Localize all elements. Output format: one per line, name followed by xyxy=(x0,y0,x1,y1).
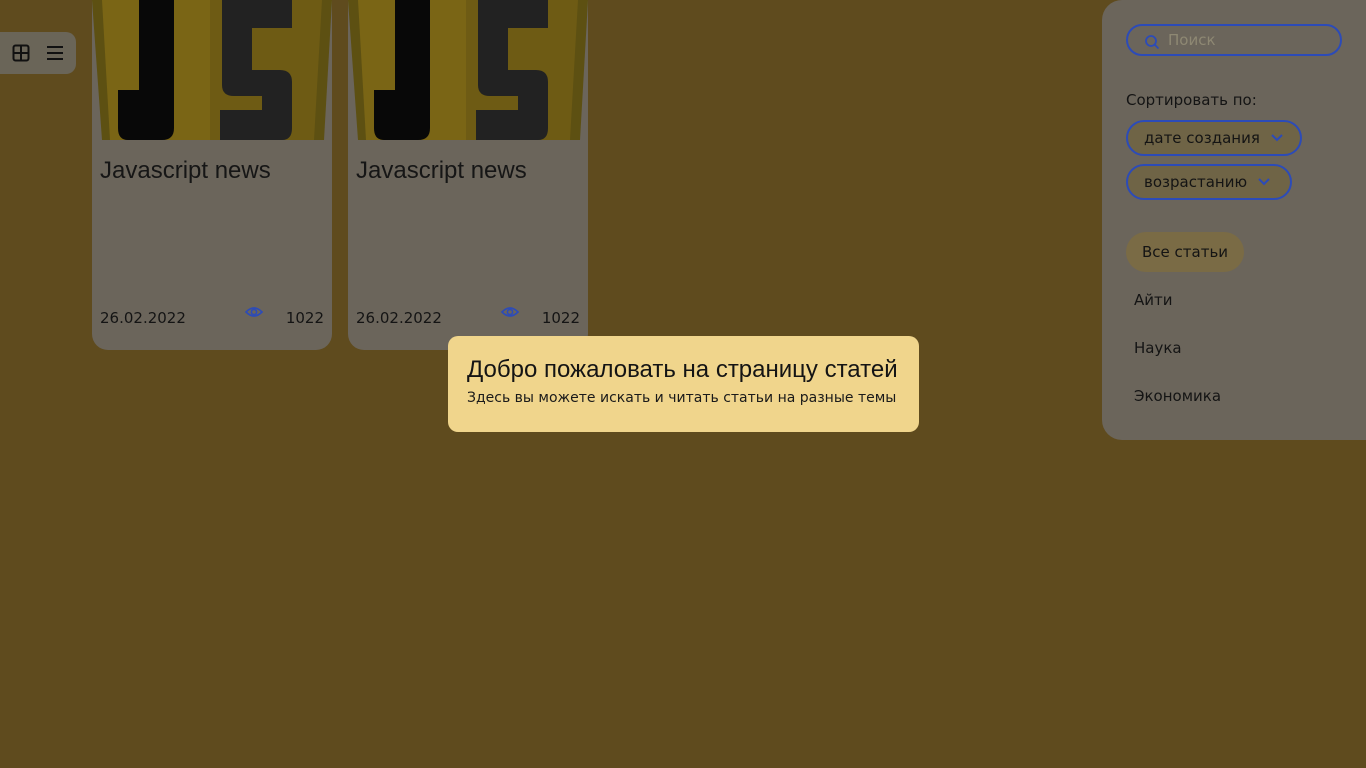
list-view-button[interactable] xyxy=(42,40,68,66)
article-date: 26.02.2022 xyxy=(356,309,442,327)
article-title[interactable]: Javascript news xyxy=(356,157,527,185)
tab-science[interactable]: Наука xyxy=(1126,328,1198,368)
search-input[interactable] xyxy=(1168,31,1328,49)
sort-order-select[interactable]: возрастанию xyxy=(1126,164,1292,200)
article-card[interactable]: Javascript news 26.02.2022 1022 xyxy=(92,0,332,350)
list-view-icon xyxy=(47,46,63,60)
eye-icon xyxy=(500,307,520,317)
view-switcher xyxy=(0,32,76,74)
sort-label: Сортировать по: xyxy=(1126,91,1257,109)
chevron-down-icon xyxy=(1271,134,1283,142)
tab-all-articles[interactable]: Все статьи xyxy=(1126,232,1245,272)
sort-field-value: дате создания xyxy=(1144,129,1260,147)
tab-economics[interactable]: Экономика xyxy=(1126,376,1237,416)
article-views-count: 1022 xyxy=(541,309,580,327)
articles-page: Javascript news 26.02.2022 1022 Javascri… xyxy=(0,0,1366,768)
tab-it[interactable]: Айти xyxy=(1126,280,1189,320)
grid-view-icon xyxy=(12,44,30,62)
welcome-text: Здесь вы можете искать и читать статьи н… xyxy=(467,390,897,406)
sort-order-value: возрастанию xyxy=(1144,173,1248,191)
sort-field-select[interactable]: дате создания xyxy=(1126,120,1302,156)
welcome-title: Добро пожаловать на страницу статей xyxy=(467,356,898,383)
search-icon xyxy=(1144,34,1160,50)
article-card[interactable]: Javascript news 26.02.2022 1022 xyxy=(348,0,588,350)
article-date: 26.02.2022 xyxy=(100,309,186,327)
eye-icon xyxy=(244,307,264,317)
filters-sidebar: Сортировать по: дате создания возрастани… xyxy=(1102,0,1366,440)
javascript-logo-image xyxy=(348,0,588,140)
article-views-count: 1022 xyxy=(285,309,324,327)
chevron-down-icon xyxy=(1258,178,1270,186)
search-box[interactable] xyxy=(1126,24,1342,56)
javascript-logo-image xyxy=(92,0,332,140)
welcome-toast: Добро пожаловать на страницу статей Здес… xyxy=(448,336,919,432)
article-title[interactable]: Javascript news xyxy=(100,157,271,185)
grid-view-button[interactable] xyxy=(8,40,34,66)
